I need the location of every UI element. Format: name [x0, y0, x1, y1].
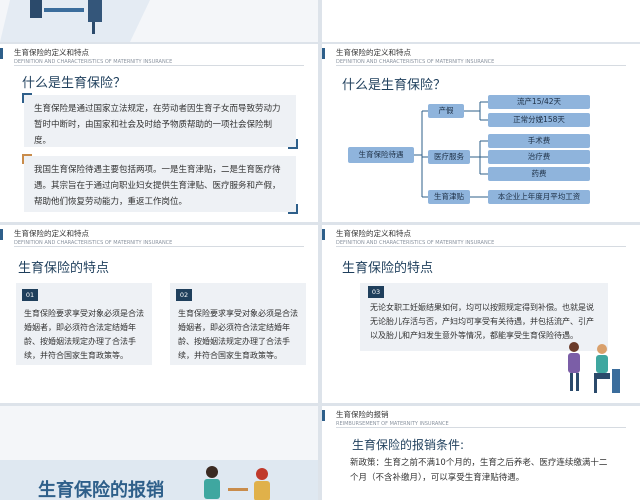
slide-title: 什么是生育保险？: [22, 76, 127, 91]
slide-blank-partial[interactable]: [322, 0, 640, 42]
mindmap-leaf: 流产15/42天: [488, 95, 590, 109]
mindmap-branch-allowance: 生育津贴: [428, 190, 470, 204]
benefits-box: 我国生育保险待遇主要包括两项。一是生育津贴，二是生育医疗待遇。其宗旨在于通过向职…: [22, 154, 298, 214]
mindmap-root: 生育保险待遇: [348, 147, 414, 163]
slide-reimbursement-conditions[interactable]: 生育保险的报销 REIMBURSEMENT OF MATERNITY INSUR…: [322, 406, 640, 500]
people-illustration: [204, 466, 270, 500]
feature-text: 生育保险要求享受对象必须是合法婚姻者，即必须符合法定结婚年龄、按婚姻法规定办理了…: [24, 309, 144, 360]
mindmap-connectors: [414, 101, 488, 198]
mindmap-leaf: 药费: [488, 167, 590, 181]
corner-decoration: [22, 93, 32, 103]
header-divider: [14, 246, 304, 247]
feature-text: 无论女职工妊娠结果如何，均可以按照规定得到补偿。也就是说无论胎儿存活与否，产妇均…: [370, 303, 594, 340]
header-divider: [14, 65, 304, 66]
corner-decoration: [288, 139, 298, 149]
slide-header: 生育保险的定义和特点 DEFINITION AND CHARACTERISTIC…: [336, 229, 494, 247]
mindmap-leaf: 正常分娩158天: [488, 113, 590, 127]
slide-what-is[interactable]: 生育保险的定义和特点 DEFINITION AND CHARACTERISTIC…: [0, 44, 318, 222]
slide-title: 生育保险的特点: [342, 261, 434, 276]
slide-header: 生育保险的定义和特点 DEFINITION AND CHARACTERISTIC…: [14, 48, 172, 66]
header-divider: [336, 427, 626, 428]
slide-header: 生育保险的报销 REIMBURSEMENT OF MATERNITY INSUR…: [336, 410, 449, 428]
benefits-text: 我国生育保险待遇主要包括两项。一是生育津贴，二是生育医疗待遇。其宗旨在于通过向职…: [34, 165, 281, 207]
feature-number: 03: [368, 286, 384, 298]
mindmap-leaf: 手术费: [488, 134, 590, 148]
header-title: 生育保险的报销: [336, 410, 389, 419]
pagination-dots[interactable]: [267, 30, 318, 42]
mindmap-branch-medical: 医疗服务: [428, 150, 470, 164]
header-accent: [322, 410, 325, 421]
feature-number: 01: [22, 289, 38, 301]
definition-text: 生育保险是通过国家立法规定，在劳动者因生育子女而导致劳动力暂时中断时，由国家和社…: [34, 104, 281, 146]
header-title: 生育保险的定义和特点: [14, 229, 89, 238]
couple-illustration: [568, 342, 620, 393]
corner-decoration: [22, 154, 32, 164]
section-title: 生育保险的报销: [38, 480, 164, 500]
header-title: 生育保险的定义和特点: [336, 229, 411, 238]
header-accent: [0, 229, 3, 240]
feature-card: 02 生育保险要求享受对象必须是合法婚姻者，即必须符合法定结婚年龄、按婚姻法规定…: [170, 283, 306, 365]
slide-title: 生育保险的报销条件:: [352, 438, 465, 452]
slide-features-2[interactable]: 生育保险的定义和特点 DEFINITION AND CHARACTERISTIC…: [322, 225, 640, 403]
header-title: 生育保险的定义和特点: [14, 48, 89, 57]
feature-text: 生育保险要求享受对象必须是合法婚姻者，即必须符合法定结婚年龄、按婚姻法规定办理了…: [178, 309, 298, 360]
definition-box: 生育保险是通过国家立法规定，在劳动者因生育子女而导致劳动力暂时中断时，由国家和社…: [22, 93, 298, 149]
slide-title: 生育保险的特点: [18, 261, 110, 276]
slide-cover-partial[interactable]: [0, 0, 318, 42]
slide-header: 生育保险的定义和特点 DEFINITION AND CHARACTERISTIC…: [14, 229, 172, 247]
slide-mindmap[interactable]: 生育保险的定义和特点 DEFINITION AND CHARACTERISTIC…: [322, 44, 640, 222]
corner-decoration: [288, 204, 298, 214]
mindmap-branch-maternity-leave: 产假: [428, 104, 464, 118]
feature-card: 01 生育保险要求享受对象必须是合法婚姻者，即必须符合法定结婚年龄、按婚姻法规定…: [16, 283, 152, 365]
feature-number: 02: [176, 289, 192, 301]
header-accent: [0, 48, 3, 59]
conditions-text: 新政策：生育之前不满10个月的，生育之后养老、医疗连续缴满十二个月（不含补缴月）…: [350, 458, 608, 483]
mindmap-leaf: 本企业上年度月平均工资: [488, 190, 590, 204]
slide-features-1[interactable]: 生育保险的定义和特点 DEFINITION AND CHARACTERISTIC…: [0, 225, 318, 403]
mindmap-leaf: 治疗费: [488, 150, 590, 164]
slide-grid: 生育保险的定义和特点 DEFINITION AND CHARACTERISTIC…: [0, 0, 640, 500]
header-divider: [336, 246, 626, 247]
slide-reimbursement-cover[interactable]: 生育保险的报销: [0, 406, 318, 500]
header-accent: [322, 229, 325, 240]
